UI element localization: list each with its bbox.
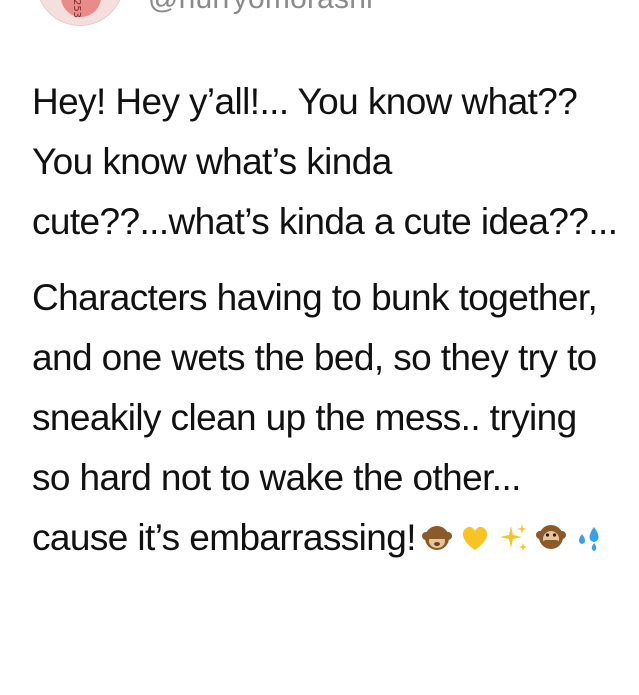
- yellow-heart-icon: [458, 520, 492, 554]
- see-no-evil-monkey-icon: [420, 520, 454, 554]
- avatar[interactable]: 253: [36, 0, 124, 26]
- tweet-paragraph-1: Hey! Hey y’all!... You know what?? You k…: [32, 81, 618, 242]
- sparkles-icon: [496, 520, 530, 554]
- author-handle[interactable]: @hurryomorashi: [148, 0, 373, 16]
- tweet-paragraph-2: Characters having to bunk together, and …: [32, 268, 622, 568]
- tweet-header: 253 @hurryomorashi: [0, 0, 639, 26]
- tweet-paragraph-2-text: Characters having to bunk together, and …: [32, 277, 598, 558]
- tweet-body: Hey! Hey y’all!... You know what?? You k…: [32, 72, 622, 568]
- avatar-graphic-mark: 253: [71, 0, 83, 19]
- speak-no-evil-monkey-icon: [534, 520, 568, 554]
- sweat-droplets-icon: [572, 520, 606, 554]
